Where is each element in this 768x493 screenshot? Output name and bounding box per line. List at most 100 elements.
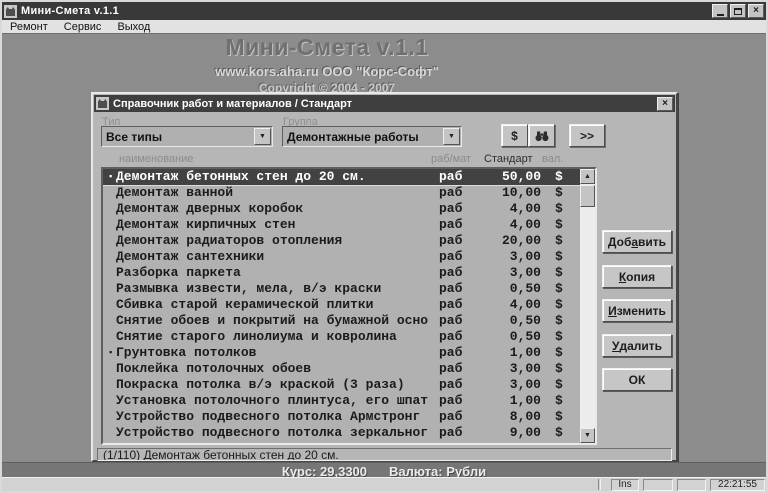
table-row[interactable]: Демонтаж ваннойраб10,00$ (103, 185, 580, 201)
row-kind: раб (439, 265, 462, 281)
row-kind: раб (439, 169, 462, 185)
row-currency: $ (555, 297, 563, 313)
menu-item-servis[interactable]: Сервис (56, 21, 110, 33)
vertical-scrollbar[interactable]: ▲ ▼ (580, 169, 595, 443)
ok-button[interactable]: ОК (602, 368, 672, 391)
row-currency: $ (555, 217, 563, 233)
table-row[interactable]: Демонтаж радиаторов отопления раб20,00 $ (103, 233, 580, 249)
row-currency: $ (555, 393, 563, 409)
binoculars-icon (534, 130, 550, 142)
copy-button[interactable]: Копия (602, 265, 672, 288)
table-row[interactable]: Разборка паркетараб3,00$ (103, 265, 580, 281)
maximize-button[interactable] (730, 4, 746, 18)
app-icon (4, 5, 17, 18)
status-bar: Ins 22:21:55 (2, 477, 766, 491)
row-price: 50,00 (461, 169, 541, 185)
label-hotkey: К (619, 270, 626, 284)
menu-item-remont[interactable]: Ремонт (2, 21, 56, 33)
row-name: Демонтаж дверных коробок (116, 201, 303, 217)
row-name: Устройство подвесного потолка зеркальног (116, 425, 428, 441)
ins-indicator: Ins (611, 479, 639, 491)
type-value: Все типы (106, 130, 162, 144)
table-row[interactable]: Демонтаж кирпичных стенраб4,00$ (103, 217, 580, 233)
row-price: 3,00 (461, 265, 541, 281)
row-kind: раб (439, 377, 462, 393)
add-button[interactable]: Добавить (602, 230, 672, 253)
row-price: 4,00 (461, 201, 541, 217)
search-button[interactable] (528, 124, 555, 147)
row-kind: раб (439, 217, 462, 233)
table-row[interactable]: Поклейка потолочных обоевраб3,00$ (103, 361, 580, 377)
label-part: вить (638, 235, 666, 249)
chevron-down-icon[interactable]: ▼ (443, 128, 460, 145)
reference-dialog: Справочник работ и материалов / Стандарт… (91, 92, 678, 462)
table-row[interactable]: Покраска потолка в/э краской (3 раза)раб… (103, 377, 580, 393)
column-header-currency: вал. (542, 153, 563, 165)
row-currency: $ (555, 409, 563, 425)
table-row[interactable]: Снятие старого линолиума и ковролинараб0… (103, 329, 580, 345)
label-part: Доб (608, 235, 631, 249)
work-list: ▪Демонтаж бетонных стен до 20 см.раб50,0… (101, 167, 597, 445)
row-kind: раб (439, 329, 462, 345)
row-name: Снятие старого линолиума и ковролина (116, 329, 397, 345)
label-part: ОК (629, 373, 646, 387)
row-kind: раб (439, 249, 462, 265)
minimize-icon (717, 14, 724, 16)
row-price: 20,00 (461, 233, 541, 249)
label-part: далить (619, 339, 662, 353)
table-row[interactable]: Демонтаж дверных коробокраб4,00$ (103, 201, 580, 217)
row-price: 4,00 (461, 297, 541, 313)
row-name: Демонтаж кирпичных стен (116, 217, 295, 233)
row-price: 3,00 (461, 249, 541, 265)
type-select[interactable]: Все типы ▼ (101, 126, 273, 147)
table-row[interactable]: Размывка извести, мела, в/э краскираб0,5… (103, 281, 580, 297)
table-row[interactable]: Демонтаж сантехникираб3,00$ (103, 249, 580, 265)
dialog-close-button[interactable]: × (657, 97, 673, 111)
row-price: 3,00 (461, 361, 541, 377)
scroll-up-button[interactable]: ▲ (580, 169, 595, 184)
scroll-up-icon: ▲ (584, 173, 591, 180)
splash-block: Мини-Смета v.1.1 www.kors.aha.ru ООО "Ко… (2, 34, 652, 95)
table-row[interactable]: Устройство подвесного потолка Армстронгр… (103, 409, 580, 425)
table-row[interactable]: Устройство подвесного потолка зеркальног… (103, 425, 580, 441)
row-name: Снятие обоев и покрытий на бумажной осно (116, 313, 428, 329)
row-name: Размывка извести, мела, в/э краски (116, 281, 381, 297)
row-currency: $ (555, 425, 563, 441)
row-currency: $ (555, 377, 563, 393)
table-row[interactable]: Снятие обоев и покрытий на бумажной осно… (103, 313, 580, 329)
status-panel-empty-2 (677, 479, 706, 491)
delete-button[interactable]: Удалить (602, 334, 672, 357)
row-name: Демонтаж радиаторов отопления (116, 233, 342, 249)
scroll-thumb[interactable] (580, 185, 595, 207)
expand-button[interactable]: >> (569, 124, 605, 147)
minimize-button[interactable] (712, 4, 728, 18)
table-row[interactable]: ▪Грунтовка потолковраб1,00$ (103, 345, 580, 361)
menu-bar: Ремонт Сервис Выход (2, 20, 766, 34)
row-kind: раб (439, 313, 462, 329)
column-header-name: наименование (119, 153, 193, 165)
close-button[interactable]: × (748, 4, 764, 18)
label-part: опия (626, 270, 655, 284)
dropdown-arrow-glyph: ▼ (448, 133, 455, 140)
table-row[interactable]: ▪Демонтаж бетонных стен до 20 см. раб50,0… (103, 169, 580, 185)
row-marker: ▪ (108, 169, 113, 185)
row-kind: раб (439, 361, 462, 377)
dialog-title-bar: Справочник работ и материалов / Стандарт… (94, 95, 675, 112)
row-kind: раб (439, 297, 462, 313)
scroll-down-button[interactable]: ▼ (580, 428, 595, 443)
row-kind: раб (439, 233, 462, 249)
title-bar: Мини-Смета v.1.1 × (2, 2, 766, 20)
currency-toggle-button[interactable]: $ (501, 124, 528, 147)
table-row[interactable]: Сбивка старой керамической плиткираб4,00… (103, 297, 580, 313)
selection-status: (1/110) Демонтаж бетонных стен до 20 см. (97, 448, 672, 461)
edit-button[interactable]: Изменить (602, 299, 672, 322)
table-row[interactable]: Установка потолочного плинтуса, его шпат… (103, 393, 580, 409)
scroll-down-icon: ▼ (584, 432, 591, 439)
menu-item-vyhod[interactable]: Выход (109, 21, 158, 33)
chevron-down-icon[interactable]: ▼ (254, 128, 271, 145)
label-part: зменить (617, 304, 666, 318)
row-name: Демонтаж бетонных стен до 20 см. (116, 169, 366, 185)
dropdown-arrow-glyph: ▼ (259, 133, 266, 140)
row-currency: $ (555, 233, 563, 249)
group-select[interactable]: Демонтажные работы ▼ (282, 126, 462, 147)
